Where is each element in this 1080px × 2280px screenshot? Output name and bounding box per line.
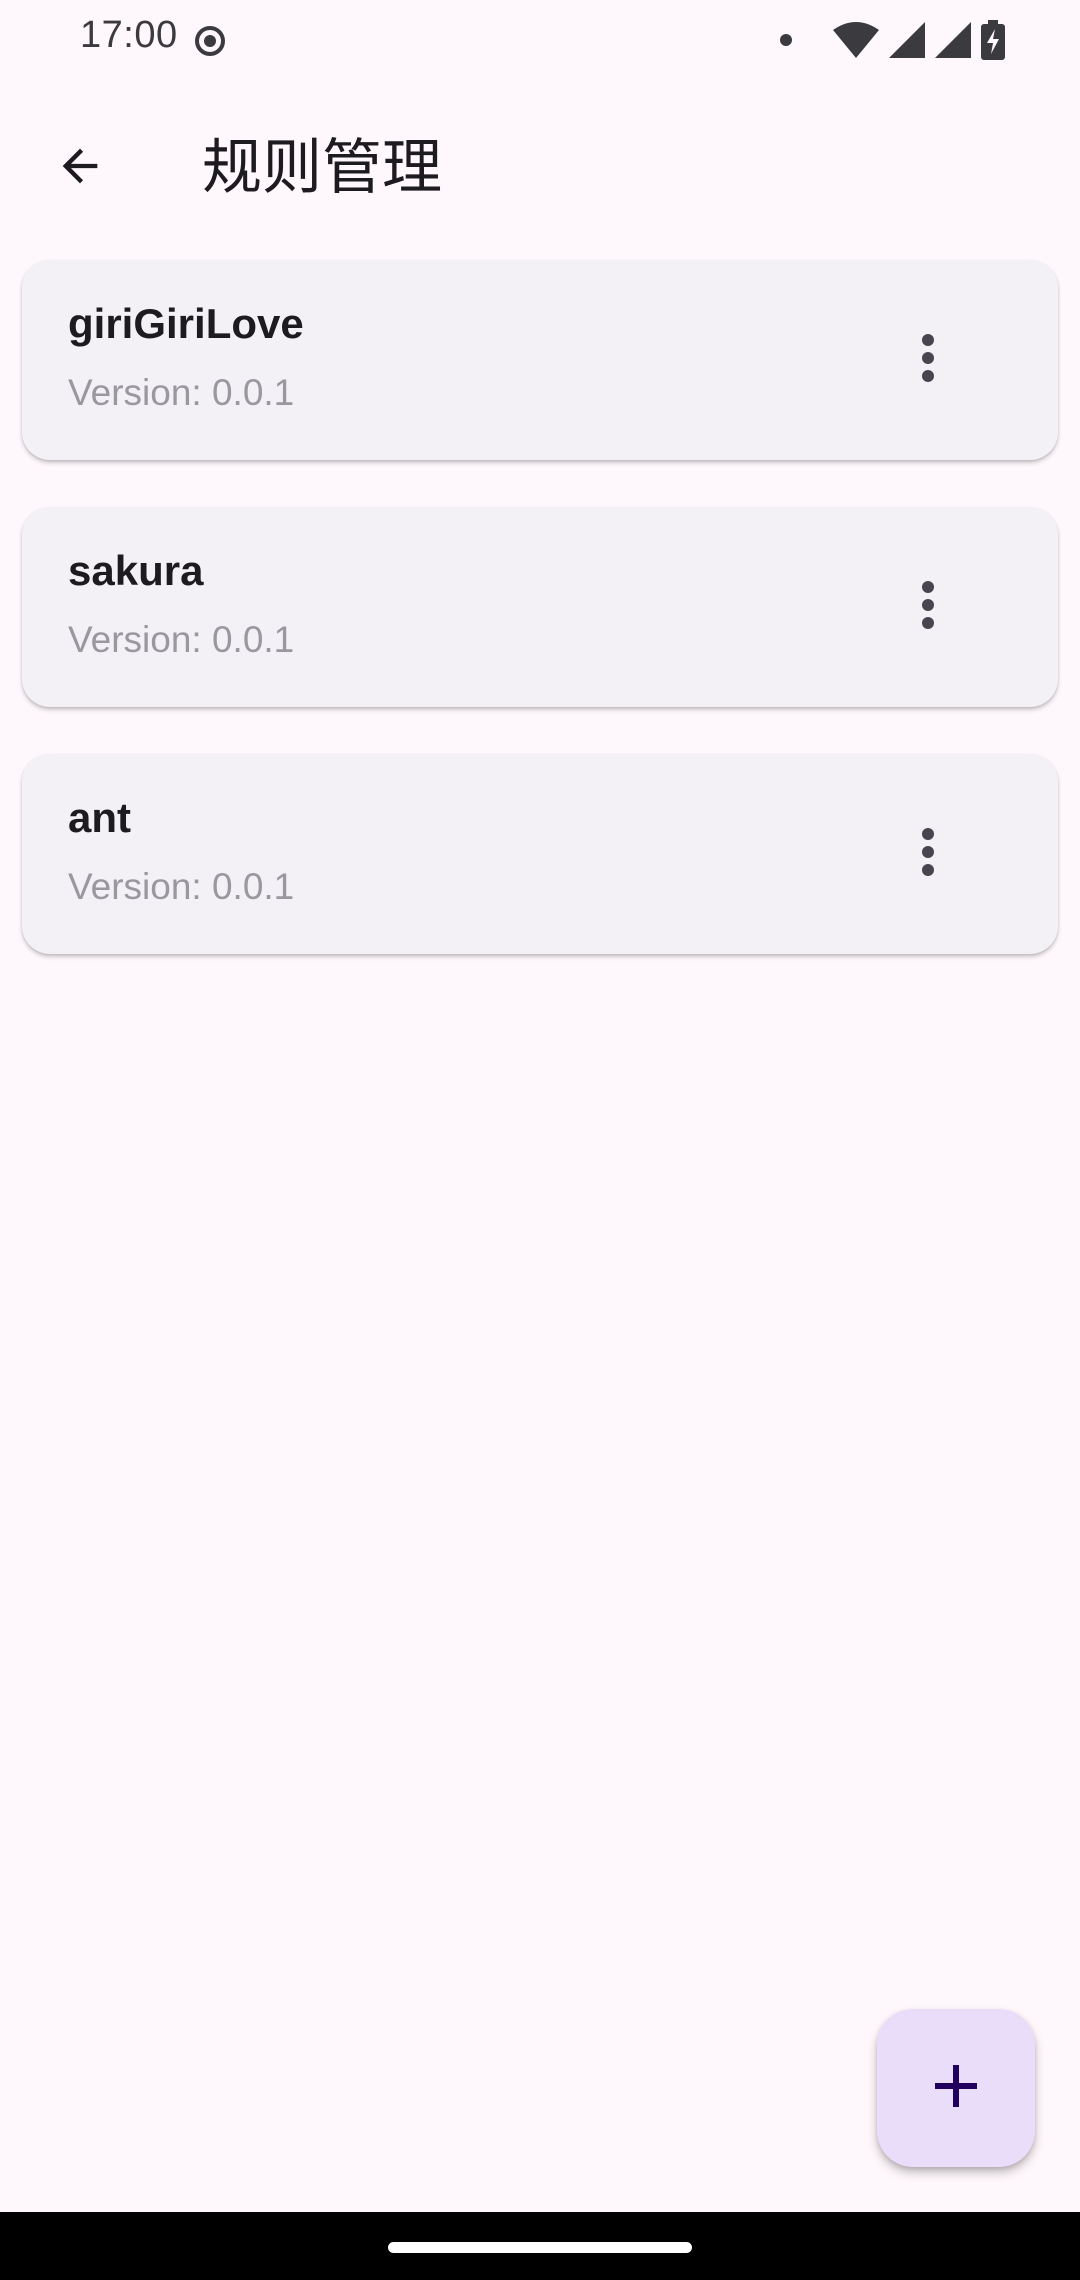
- target-icon: [193, 24, 227, 58]
- rule-version: Version: 0.0.1: [68, 619, 295, 660]
- rule-name: sakura: [68, 547, 204, 594]
- more-options-button[interactable]: [888, 814, 968, 894]
- rule-card[interactable]: ant Version: 0.0.1: [22, 754, 1058, 954]
- rule-version: Version: 0.0.1: [68, 372, 295, 413]
- wifi-icon: [833, 22, 879, 58]
- rule-card[interactable]: giriGiriLove Version: 0.0.1: [22, 260, 1058, 460]
- system-nav-bar: [0, 2212, 1080, 2280]
- add-icon: [933, 2063, 979, 2113]
- back-button[interactable]: [42, 130, 118, 206]
- signal-icon: [889, 22, 925, 58]
- status-icons: [779, 18, 1005, 62]
- home-gesture-handle[interactable]: [388, 2242, 692, 2253]
- page-title: 规则管理: [202, 133, 442, 203]
- more-options-button[interactable]: [888, 320, 968, 400]
- rule-version: Version: 0.0.1: [68, 866, 295, 907]
- more-vert-icon: [921, 334, 935, 386]
- rule-list: giriGiriLove Version: 0.0.1 sakura Versi…: [22, 260, 1058, 1001]
- status-time: 17:00: [80, 14, 178, 56]
- notification-dot-icon: [779, 33, 793, 47]
- add-rule-fab[interactable]: [877, 2009, 1035, 2167]
- signal-icon: [935, 22, 971, 58]
- app-bar: 规则管理: [0, 110, 1080, 220]
- rule-name: giriGiriLove: [68, 300, 304, 347]
- more-vert-icon: [921, 828, 935, 880]
- status-bar: 17:00: [0, 0, 1080, 80]
- arrow-back-icon: [54, 140, 106, 196]
- rule-name: ant: [68, 794, 131, 841]
- more-options-button[interactable]: [888, 567, 968, 647]
- rule-card[interactable]: sakura Version: 0.0.1: [22, 507, 1058, 707]
- battery-charging-icon: [981, 20, 1005, 60]
- more-vert-icon: [921, 581, 935, 633]
